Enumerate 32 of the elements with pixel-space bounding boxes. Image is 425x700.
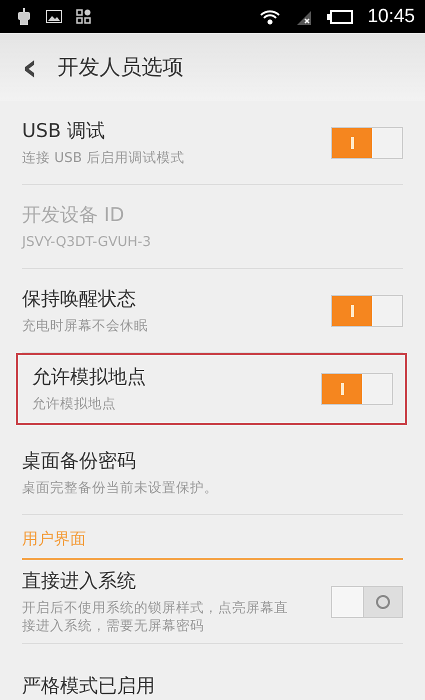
setting-title: USB 调试 <box>22 118 106 144</box>
section-header: 用户界面 <box>22 529 403 560</box>
setting-title: 保持唤醒状态 <box>22 286 137 312</box>
highlighted-setting-row[interactable]: 允许模拟地点 允许模拟地点 <box>16 353 407 425</box>
setting-description: 连接 USB 后启用调试模式 <box>22 150 186 168</box>
setting-title: 直接进入系统 <box>22 568 137 594</box>
setting-description: 充电时屏幕不会休眠 <box>22 318 149 336</box>
setting-description: JSVY-Q3DT-GVUH-3 <box>22 234 152 252</box>
setting-row[interactable]: USB 调试 连接 USB 后启用调试模式 <box>22 101 403 185</box>
setting-title: 严格模式已启用 <box>22 674 156 699</box>
toggle-switch[interactable] <box>331 586 403 618</box>
setting-description: 允许模拟地点 <box>32 396 117 414</box>
setting-row[interactable]: 保持唤醒状态 充电时屏幕不会休眠 <box>22 269 403 353</box>
setting-row[interactable]: 桌面备份密码 桌面完整备份当前未设置保护。 <box>22 431 403 515</box>
battery-icon <box>327 10 354 24</box>
wifi-icon <box>259 8 282 24</box>
setting-description: 开启后不使用系统的锁屏样式，点亮屏幕直接进入系统，需要无屏幕密码 <box>22 600 289 636</box>
page-title: 开发人员选项 <box>58 54 184 81</box>
toggle-switch[interactable] <box>331 294 403 326</box>
clock-time: 10:45 <box>367 6 415 28</box>
setting-title: 允许模拟地点 <box>32 365 147 390</box>
back-button[interactable]: ‹ <box>22 48 38 86</box>
setting-title: 开发设备 ID <box>22 202 126 228</box>
setting-title: 桌面备份密码 <box>22 448 137 474</box>
setting-row[interactable]: 严格模式已启用 <box>22 644 403 700</box>
setting-description: 桌面完整备份当前未设置保护。 <box>22 480 219 498</box>
signal-icon <box>295 8 314 24</box>
setting-row[interactable]: 直接进入系统 开启后不使用系统的锁屏样式，点亮屏幕直接进入系统，需要无屏幕密码 <box>22 560 403 644</box>
toggle-switch[interactable] <box>331 126 403 158</box>
apps-icon <box>76 9 91 24</box>
toggle-switch[interactable] <box>321 373 393 405</box>
image-icon <box>46 10 62 23</box>
